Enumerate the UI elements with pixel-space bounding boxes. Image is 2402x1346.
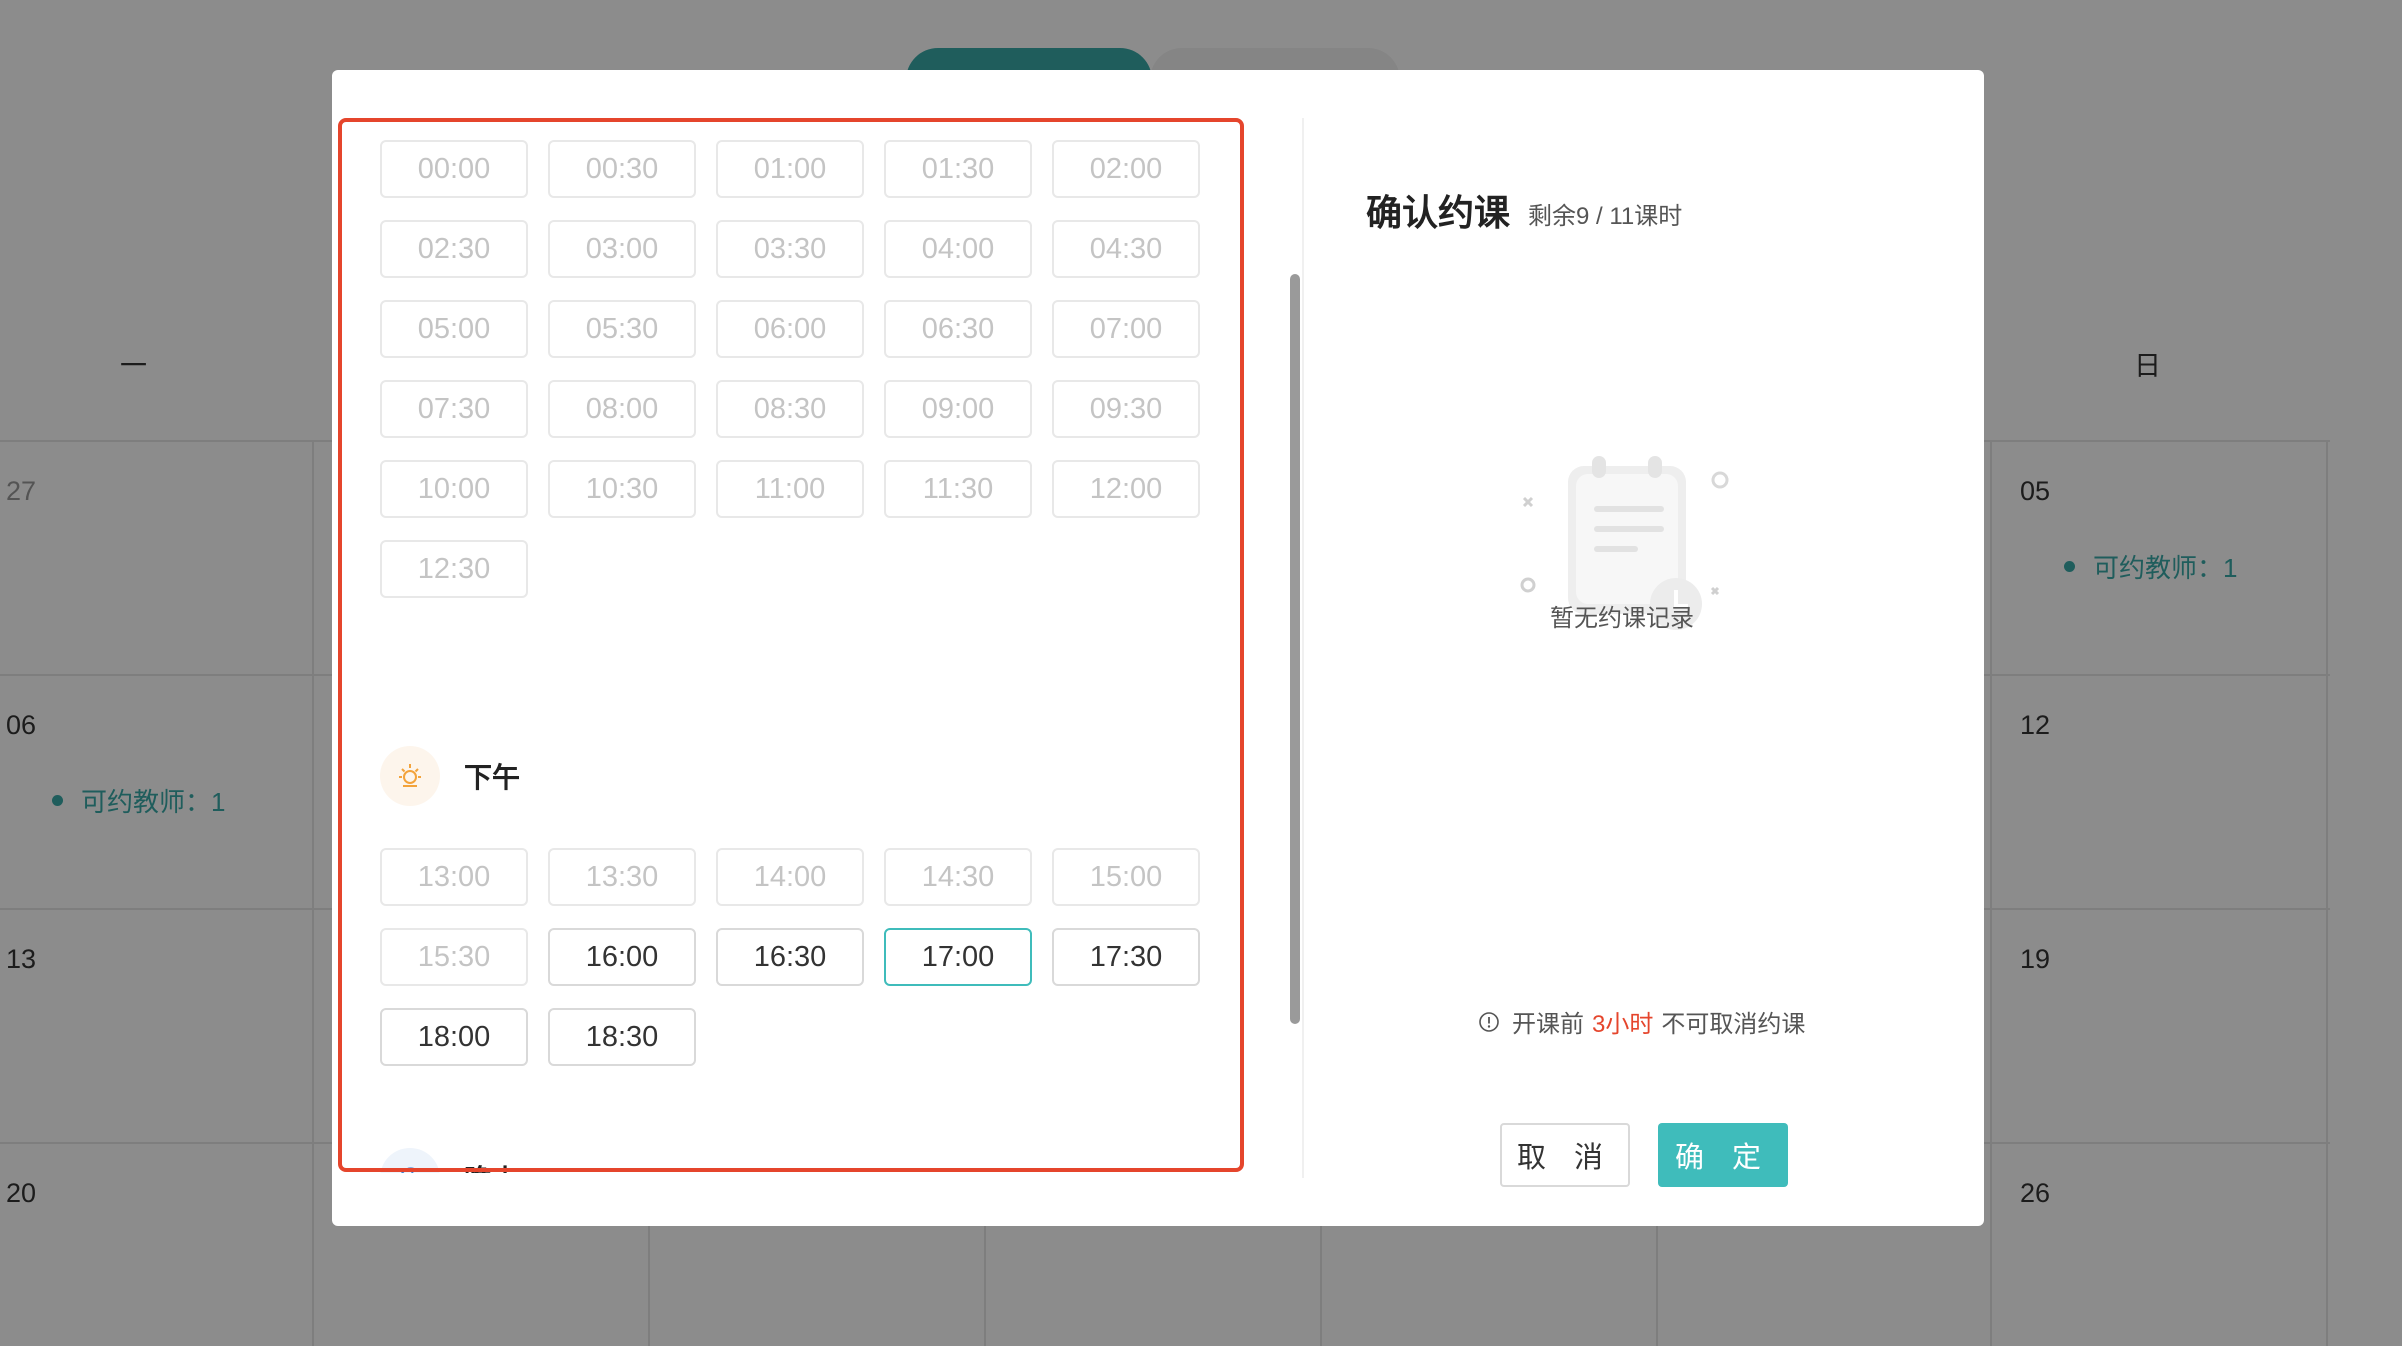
evening-title: 晚上 [464, 1158, 520, 1173]
time-slot[interactable]: 06:00 [716, 300, 864, 358]
confirm-button[interactable]: 确 定 [1658, 1123, 1788, 1187]
slot-row: 12:30 [380, 540, 528, 598]
time-slot[interactable]: 06:30 [884, 300, 1032, 358]
time-slot[interactable]: 16:00 [548, 928, 696, 986]
slot-row: 02:30 03:00 03:30 04:00 04:30 [380, 220, 1200, 278]
time-slot[interactable]: 17:30 [1052, 928, 1200, 986]
time-slot[interactable]: 11:00 [716, 460, 864, 518]
time-slot[interactable]: 09:00 [884, 380, 1032, 438]
notice-highlight: 3小时 [1592, 1011, 1654, 1038]
cancel-button[interactable]: 取 消 [1500, 1123, 1630, 1187]
evening-section-header: 晚上 [380, 1148, 520, 1173]
time-slot[interactable]: 05:30 [548, 300, 696, 358]
scrollbar[interactable] [1290, 274, 1300, 1024]
slot-row: 10:00 10:30 11:00 11:30 12:00 [380, 460, 1200, 518]
time-slot[interactable]: 14:00 [716, 848, 864, 906]
sun-icon [380, 746, 440, 806]
time-slot[interactable]: 17:00 [884, 928, 1032, 986]
time-slot[interactable]: 08:00 [548, 380, 696, 438]
remaining-hours: 剩余9 / 11课时 [1528, 203, 1683, 230]
time-slot[interactable]: 01:30 [884, 140, 1032, 198]
slot-row: 00:00 00:30 01:00 01:30 02:00 [380, 140, 1200, 198]
moon-icon [380, 1148, 440, 1173]
time-slot[interactable]: 03:00 [548, 220, 696, 278]
time-slot[interactable]: 07:30 [380, 380, 528, 438]
time-slot[interactable]: 02:30 [380, 220, 528, 278]
afternoon-title: 下午 [464, 762, 521, 793]
time-slot[interactable]: 18:30 [548, 1008, 696, 1066]
time-slot[interactable]: 14:30 [884, 848, 1032, 906]
time-slot[interactable]: 16:30 [716, 928, 864, 986]
time-slot[interactable]: 00:00 [380, 140, 528, 198]
time-slot[interactable]: 05:00 [380, 300, 528, 358]
time-slot[interactable]: 02:00 [1052, 140, 1200, 198]
info-icon [1479, 1011, 1499, 1032]
time-slot[interactable]: 00:30 [548, 140, 696, 198]
time-slot[interactable]: 07:00 [1052, 300, 1200, 358]
time-slot[interactable]: 11:30 [884, 460, 1032, 518]
time-slot[interactable]: 04:00 [884, 220, 1032, 278]
time-slot[interactable]: 01:00 [716, 140, 864, 198]
cancel-notice: 开课前 3小时 不可取消约课 [1478, 1004, 1805, 1039]
time-slot[interactable]: 15:30 [380, 928, 528, 986]
empty-state-text: 暂无约课记录 [1550, 605, 1694, 632]
time-slot[interactable]: 09:30 [1052, 380, 1200, 438]
slot-row: 18:00 18:30 [380, 1008, 696, 1066]
time-slot[interactable]: 13:00 [380, 848, 528, 906]
slot-row: 05:00 05:30 06:00 06:30 07:00 [380, 300, 1200, 358]
notice-suffix: 不可取消约课 [1661, 1011, 1806, 1038]
slot-row: 07:30 08:00 08:30 09:00 09:30 [380, 380, 1200, 438]
slot-row: 13:00 13:30 14:00 14:30 15:00 [380, 848, 1200, 906]
time-slot-panel[interactable]: 00:00 00:30 01:00 01:30 02:00 02:30 03:00 03:30… [338, 118, 1238, 1173]
time-slot[interactable]: 18:00 [380, 1008, 528, 1066]
time-slot[interactable]: 15:00 [1052, 848, 1200, 906]
time-slot[interactable]: 08:30 [716, 380, 864, 438]
booking-modal: 00:00 00:30 01:00 01:30 02:00 02:30 03:00 03:30… [332, 70, 1984, 1226]
time-slot[interactable]: 12:30 [380, 540, 528, 598]
time-slot[interactable]: 10:30 [548, 460, 696, 518]
afternoon-section-header: 下午 [380, 746, 520, 806]
time-slot[interactable]: 04:30 [1052, 220, 1200, 278]
panel-divider [1302, 118, 1304, 1178]
slot-row: 15:30 16:00 16:30 17:00 17:30 [380, 928, 1200, 986]
notice-prefix: 开课前 [1512, 1011, 1584, 1038]
time-slot[interactable]: 12:00 [1052, 460, 1200, 518]
time-slot[interactable]: 03:30 [716, 220, 864, 278]
confirm-title: 确认约课 [1366, 192, 1511, 233]
time-slot[interactable]: 13:30 [548, 848, 696, 906]
time-slot[interactable]: 10:00 [380, 460, 528, 518]
